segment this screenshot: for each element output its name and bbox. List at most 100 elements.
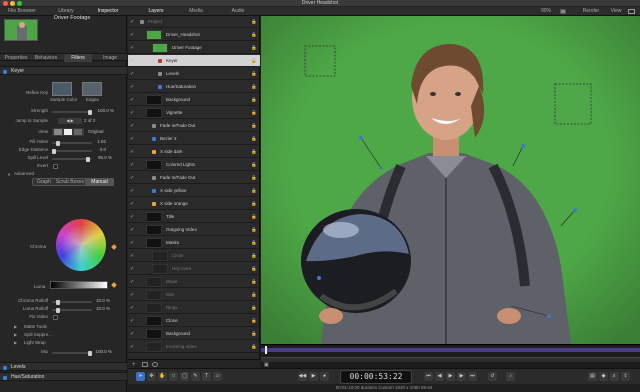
layer-visibility-checkbox[interactable]: ✓ [130,318,134,324]
play-icon[interactable]: ▶ [309,372,318,381]
jump-to-sample-stepper[interactable]: ◀ ▶ [58,118,82,124]
layer-row[interactable]: ✓ Circle 🔒 [128,250,260,262]
color-channels-icon[interactable] [560,9,566,14]
pan-tool-icon[interactable]: ✋ [158,372,167,381]
layer-row[interactable]: ✓ X side orange 🔒 [128,198,260,210]
layer-row[interactable]: ✓ Driver Footage 🔒 [128,42,260,54]
tab-image[interactable]: Image [96,54,124,62]
layer-row[interactable]: ✓ Fade In/Fade Out 🔒 [128,172,260,184]
layer-row[interactable]: ✓ Background 🔒 [128,328,260,340]
sample-color-well[interactable] [52,82,72,96]
lock-icon[interactable]: 🔒 [251,149,257,155]
tab-properties[interactable]: Properties [2,54,30,62]
timeline-ruler[interactable] [261,348,640,352]
disclosure-right-icon[interactable]: ▶ [14,324,17,330]
mix-value[interactable]: 100.0 % [92,349,112,355]
disclosure-down-icon[interactable]: ▼ [7,172,11,177]
render-menu[interactable]: Render [576,7,606,16]
lock-icon[interactable]: 🔒 [251,45,257,51]
strength-value[interactable]: 100.0 % [92,108,114,114]
rewind-icon[interactable]: ◀◀ [298,372,307,381]
layer-visibility-checkbox[interactable]: ✓ [130,58,134,64]
tab-scrub-boxes[interactable]: Scrub Boxes [55,179,85,186]
layer-row[interactable]: ✓ Incoming Video 🔒 [128,341,260,353]
shape-tool-icon[interactable]: □ [169,372,178,381]
lock-icon[interactable]: 🔒 [251,305,257,311]
lock-icon[interactable]: 🔒 [251,292,257,298]
layer-visibility-checkbox[interactable]: ✓ [130,71,134,77]
lock-icon[interactable]: 🔒 [251,344,257,350]
step-forward-icon[interactable]: ▶ [457,372,466,381]
step-back-icon[interactable]: ◀ [435,372,444,381]
layer-visibility-checkbox[interactable]: ✓ [130,162,134,168]
view-mode-buttons[interactable] [52,128,84,136]
edge-distance-value[interactable]: 0.0 [92,147,106,153]
layer-visibility-checkbox[interactable]: ✓ [130,305,134,311]
tab-layers[interactable]: Layers [138,7,174,16]
layer-row[interactable]: ✓ Background 🔒 [128,94,260,106]
strength-slider[interactable] [52,109,92,115]
keyframe-icon[interactable] [111,282,117,288]
tab-behaviors[interactable]: Behaviors [32,54,60,62]
keyer-section-header[interactable]: Keyer [0,66,127,75]
go-to-end-icon[interactable]: ⏭ [468,372,477,381]
luma-rolloff-value[interactable]: 10.0 % [92,306,110,312]
layer-row[interactable]: ✓ Outgoing Video 🔒 [128,224,260,236]
disclosure-right-icon[interactable]: ▶ [14,332,17,338]
text-tool-icon[interactable]: T [202,372,211,381]
layer-visibility-checkbox[interactable]: ✓ [130,214,134,220]
layer-row[interactable]: ✓ Star 🔒 [128,289,260,301]
loop-icon[interactable]: ↺ [488,372,497,381]
lock-icon[interactable]: 🔒 [251,58,257,64]
mix-slider[interactable] [52,350,92,356]
lock-icon[interactable]: 🔒 [251,71,257,77]
tab-inspector[interactable]: Inspector [90,7,126,16]
layer-row[interactable]: ✓ Bezier 2 🔒 [128,133,260,145]
lock-icon[interactable]: 🔒 [251,162,257,168]
layer-row[interactable]: ✓ Masks 🔒 [128,237,260,249]
layer-visibility-checkbox[interactable]: ✓ [130,292,134,298]
audio-timeline-icon[interactable]: ♬ [610,372,619,381]
edge-distance-slider[interactable] [52,148,92,154]
chroma-color-wheel[interactable] [56,219,106,271]
keyframe-icon[interactable] [111,244,117,250]
composite-view-icon[interactable] [54,129,62,135]
layer-visibility-checkbox[interactable]: ✓ [130,188,134,194]
layer-visibility-checkbox[interactable]: ✓ [130,240,134,246]
lock-icon[interactable]: 🔒 [251,214,257,220]
layer-visibility-checkbox[interactable]: ✓ [130,123,134,129]
layer-visibility-checkbox[interactable]: ✓ [130,110,134,116]
go-to-start-icon[interactable]: ⏮ [424,372,433,381]
layer-row[interactable]: ✓ Levels 🔒 [128,68,260,80]
select-tool-icon[interactable]: ➤ [136,372,145,381]
adjust-tool-icon[interactable]: ✥ [147,372,156,381]
spill-level-slider[interactable] [52,156,92,162]
layer-row[interactable]: ✓ Vignette 🔒 [128,107,260,119]
timecode-display[interactable]: 00:00:53:22 [340,370,412,384]
filter-icon[interactable] [152,362,158,367]
layer-row[interactable]: ✓ Rings 🔒 [128,302,260,314]
playhead[interactable] [265,346,267,354]
layer-visibility-checkbox[interactable]: ✓ [130,201,134,207]
layer-row[interactable]: ✓ X side yellow 🔒 [128,185,260,197]
timeline-toggle-icon[interactable]: ▤ [588,372,597,381]
chroma-rolloff-slider[interactable] [52,299,92,305]
keyframe-editor-icon[interactable]: ◆ [599,372,608,381]
light-wrap-label[interactable]: Light Wrap [24,340,46,346]
invert-checkbox[interactable] [53,164,58,169]
canvas-viewer[interactable] [261,16,640,344]
lock-icon[interactable]: 🔒 [251,97,257,103]
layer-visibility-checkbox[interactable]: ✓ [130,32,134,38]
lock-icon[interactable]: 🔒 [251,279,257,285]
tab-file-browser[interactable]: File Browser [4,7,40,16]
layer-visibility-checkbox[interactable]: ✓ [130,97,134,103]
layer-row[interactable]: ✓ Hue/Saturation 🔒 [128,81,260,93]
levels-section-header[interactable]: Levels [0,362,127,371]
layer-row[interactable]: ✓ Project 🔒 [128,16,260,28]
matte-tools-label[interactable]: Matte Tools [24,324,47,330]
tab-manual[interactable]: Manual [85,179,114,186]
layer-visibility-checkbox[interactable]: ✓ [130,227,134,233]
layer-row[interactable]: ✓ Keyer 🔒 [128,55,260,67]
luma-gradient-slider[interactable] [50,281,108,289]
layer-row[interactable]: ✓ X side dark 🔒 [128,146,260,158]
